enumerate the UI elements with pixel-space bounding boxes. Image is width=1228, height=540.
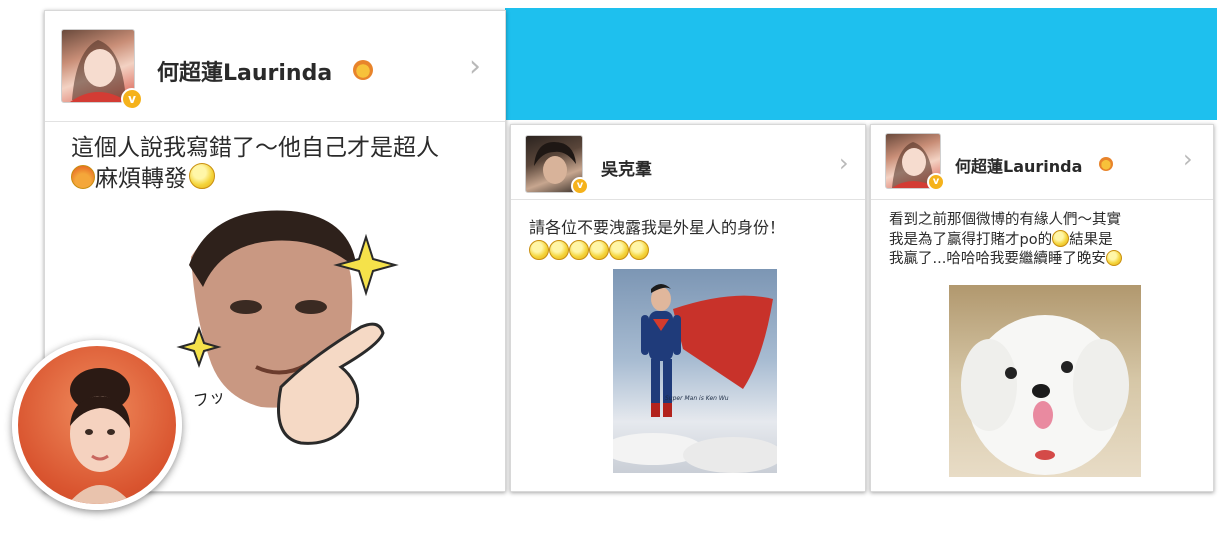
inset-portrait-photo [12,340,182,510]
speechless-emoji-icon [569,240,589,261]
crown-icon [1099,157,1113,171]
chevron-right-icon[interactable]: › [469,49,481,84]
superman-figure-icon [613,284,777,473]
post-text-line: 我贏了...哈哈哈我要繼續睡了晚安 [889,250,1209,269]
post-text-line: 這個人說我寫錯了～他自己才是超人 [71,135,439,161]
verified-badge-icon: v [121,88,143,110]
woman-portrait-icon [68,368,132,504]
chevron-right-icon[interactable]: › [1183,145,1193,173]
post-text-line: 看到之前那個微博的有緣人們～其實 [889,212,1121,228]
grin-emoji-icon [1052,230,1070,248]
post-text: 看到之前那個微博的有緣人們～其實 我是為了贏得打賭才po的 結果是 我贏了...哈… [889,211,1209,269]
thinking-emoji-icon [609,240,629,261]
sleepy-emoji-icon [1105,250,1122,267]
blue-banner-background [505,8,1217,120]
post-header[interactable]: v 何超蓮Laurinda › [871,125,1213,200]
emoji-row [529,240,859,262]
white-dog-photo-icon [961,315,1129,475]
post-header[interactable]: v 吳克羣 › [511,125,865,200]
speechless-emoji-icon [549,240,569,261]
cool-sunglasses-emoji-icon [71,165,95,190]
post-dog-photo-image[interactable] [949,285,1141,477]
speechless-emoji-icon [529,240,549,261]
thinking-emoji-icon [589,240,609,261]
username[interactable]: 何超蓮Laurinda [955,153,1082,177]
username[interactable]: 何超蓮Laurinda [157,55,332,87]
post-superman-poster-image[interactable]: Super Man is Ken Wu [613,269,777,473]
chevron-right-icon[interactable]: › [839,149,849,177]
poster-caption: Super Man is Ken Wu [665,395,729,402]
post-text-line: 麻煩轉發 [71,163,501,194]
weibo-post-card-laurinda-2[interactable]: v 何超蓮Laurinda › 看到之前那個微博的有緣人們～其實 我是為了贏得打… [870,124,1214,492]
post-text-line: 請各位不要洩露我是外星人的身份！ [529,218,786,237]
post-header[interactable]: v 何超蓮Laurinda › [45,11,505,122]
grin-emoji-icon [189,163,215,190]
username[interactable]: 吳克羣 [601,155,652,180]
verified-badge-icon: v [571,177,589,195]
crown-icon [353,60,373,80]
thinking-emoji-icon [629,240,649,261]
smirk-face-sticker-icon [176,210,399,445]
verified-badge-icon: v [927,173,945,191]
post-text-line: 我是為了贏得打賭才po的 結果是 [889,230,1113,249]
post-text: 請各位不要洩露我是外星人的身份！ [529,217,859,262]
post-sticker-image[interactable]: フッ [151,207,413,473]
post-text: 這個人說我寫錯了～他自己才是超人 麻煩轉發 [71,133,501,195]
weibo-post-card-kenwu[interactable]: v 吳克羣 › 請各位不要洩露我是外星人的身份！ Super Man is Ke… [510,124,866,492]
